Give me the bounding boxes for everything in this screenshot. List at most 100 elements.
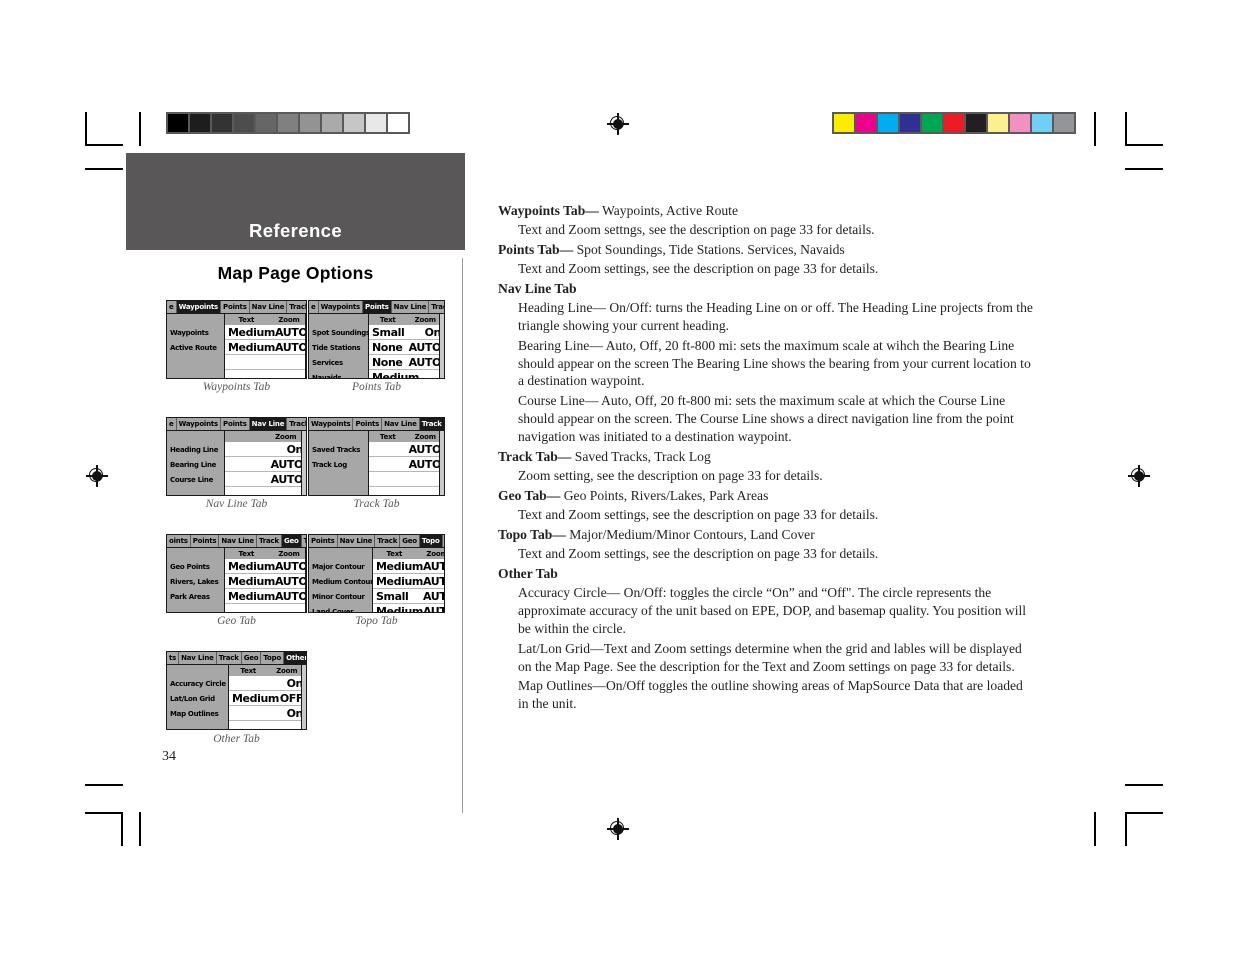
gps-tab-other[interactable]: Other [284,652,306,664]
gps-tab-e[interactable]: e [167,418,177,430]
gps-value-text[interactable]: Medium [225,560,275,573]
gps-tab-oints[interactable]: oints [167,535,191,547]
gps-value-zoom[interactable]: AUTO [266,473,307,486]
gps-value-zoom[interactable]: AUTO [275,326,306,339]
gps-value-zoom[interactable]: AUTO [423,605,444,613]
body-heading-detail: Saved Tracks, Track Log [571,449,711,465]
gps-tab-nav-line[interactable]: Nav Line [249,418,288,430]
gps-tab-track[interactable]: Track [257,535,282,547]
gps-tab-nav-line[interactable]: Nav Line [179,652,217,664]
gps-tab-nav-line[interactable]: Nav Line [219,535,257,547]
gps-value-zoom[interactable]: AUTO [423,560,444,573]
gps-value-row[interactable]: None AUTO [369,355,444,370]
gps-value-row[interactable]: MediumAUTO [225,340,306,355]
gps-value-row[interactable]: Medium OFF [229,691,306,706]
gps-value-row[interactable]: MediumAUTO [225,589,306,604]
gps-tab-points[interactable]: Points [363,301,392,313]
gps-tab-track[interactable]: Track [287,301,306,313]
gps-value-zoom[interactable]: AUTO [423,575,444,588]
gps-scrollbar[interactable] [301,431,306,495]
gps-tab-nav-line[interactable]: Nav Line [392,301,430,313]
gps-value-row[interactable] [369,487,444,495]
gps-tab-nav-line[interactable]: Nav Line [382,418,420,430]
gps-value-row[interactable]: Small On [369,325,444,340]
gps-value-row[interactable]: AUTO [369,457,444,472]
gps-tab-e[interactable]: e [309,301,319,313]
gps-value-zoom[interactable]: AUTO [275,590,306,603]
gps-tab-waypoints[interactable]: Waypoints [177,418,222,430]
gps-value-text[interactable]: None [369,341,407,354]
gps-value-row[interactable]: On [229,706,306,721]
gps-value-zoom[interactable]: AUTO [266,458,307,471]
gps-value-row[interactable]: On [229,676,306,691]
gps-value-row[interactable]: MediumAUTO [373,559,444,574]
gps-value-text[interactable]: None [369,356,407,369]
gps-value-zoom[interactable]: On [266,443,307,456]
gps-tab-geo[interactable]: Geo [242,652,262,664]
gps-value-row[interactable]: MediumAUTO [225,559,306,574]
gps-scrollbar[interactable] [301,665,306,729]
gps-value-row[interactable] [229,721,306,729]
gps-value-row[interactable] [369,472,444,487]
gps-value-text[interactable]: Medium [225,326,275,339]
gps-value-row[interactable]: MediumAUTO [225,325,306,340]
gps-row-label [167,355,224,370]
gps-tab-track[interactable]: Track [429,301,444,313]
gps-tab-nav-line[interactable]: Nav Line [250,301,288,313]
gps-tab-points[interactable]: Points [221,301,250,313]
gps-value-row[interactable] [225,487,306,495]
gps-tab-nav-line[interactable]: Nav Line [338,535,376,547]
gps-tab-geo[interactable]: Geo [400,535,420,547]
gps-value-text[interactable]: Medium [225,575,275,588]
gps-tab-points[interactable]: Points [309,535,338,547]
gps-scrollbar[interactable] [305,548,306,612]
gps-value-zoom[interactable]: AUTO [416,590,444,603]
gps-value-row[interactable]: MediumAUTO [373,604,444,613]
gps-tab-waypoints[interactable]: Waypoints [309,418,354,430]
gps-tab-e[interactable]: e [167,301,177,313]
gps-tab-waypoints[interactable]: Waypoints [319,301,364,313]
gps-value-zoom[interactable]: AUTO [275,341,306,354]
gps-value-row[interactable]: MediumAUTO [225,574,306,589]
gps-value-zoom[interactable]: AUTO [275,560,306,573]
gps-label-column: Saved Tracks Track Log [309,431,369,495]
gps-tab-ts[interactable]: ts [167,652,180,664]
gps-value-row[interactable] [225,604,306,612]
gps-value-text[interactable]: Medium [225,341,275,354]
gps-value-row[interactable]: None AUTO [369,340,444,355]
gps-value-row[interactable]: Medium [369,370,444,379]
gps-tab-o[interactable]: O [443,535,444,547]
gps-tab-waypoints[interactable]: Waypoints [176,301,222,313]
gps-value-row[interactable]: MediumAUTO [373,574,444,589]
gps-value-row[interactable]: AUTO [369,442,444,457]
gps-value-text[interactable]: Medium [373,560,423,573]
gps-value-text[interactable]: Medium [229,692,279,705]
gps-tab-topo[interactable]: Topo [261,652,285,664]
gps-tab-track[interactable]: Track [287,418,306,430]
gps-value-row[interactable] [225,355,306,370]
gps-value-text[interactable]: Medium [373,605,423,613]
gps-tab-points[interactable]: Points [353,418,383,430]
gps-value-text[interactable]: Medium [373,575,423,588]
gps-value-text[interactable]: Small [373,590,416,603]
gps-tab-geo[interactable]: Geo [281,535,302,547]
gps-value-row[interactable] [225,370,306,378]
gps-scrollbar[interactable] [439,431,444,495]
gps-value-row[interactable]: On [225,442,306,457]
gps-scrollbar[interactable] [439,314,444,378]
gps-tab-track[interactable]: Track [375,535,401,547]
gps-value-row[interactable]: AUTO [225,457,306,472]
gps-tab-points[interactable]: Points [221,418,250,430]
gps-scrollbar[interactable] [305,314,306,378]
gps-value-text[interactable]: Small [369,326,407,339]
gps-tab-t[interactable]: T [302,535,306,547]
gps-tab-track[interactable]: Track [217,652,242,664]
gps-value-row[interactable]: SmallAUTO [373,589,444,604]
gps-tab-track[interactable]: Track [419,418,444,430]
gps-value-zoom[interactable]: AUTO [275,575,306,588]
gps-tab-topo[interactable]: Topo [419,535,443,547]
gps-value-text[interactable]: Medium [369,371,419,379]
gps-tab-points[interactable]: Points [191,535,220,547]
gps-value-text[interactable]: Medium [225,590,275,603]
gps-value-row[interactable]: AUTO [225,472,306,487]
